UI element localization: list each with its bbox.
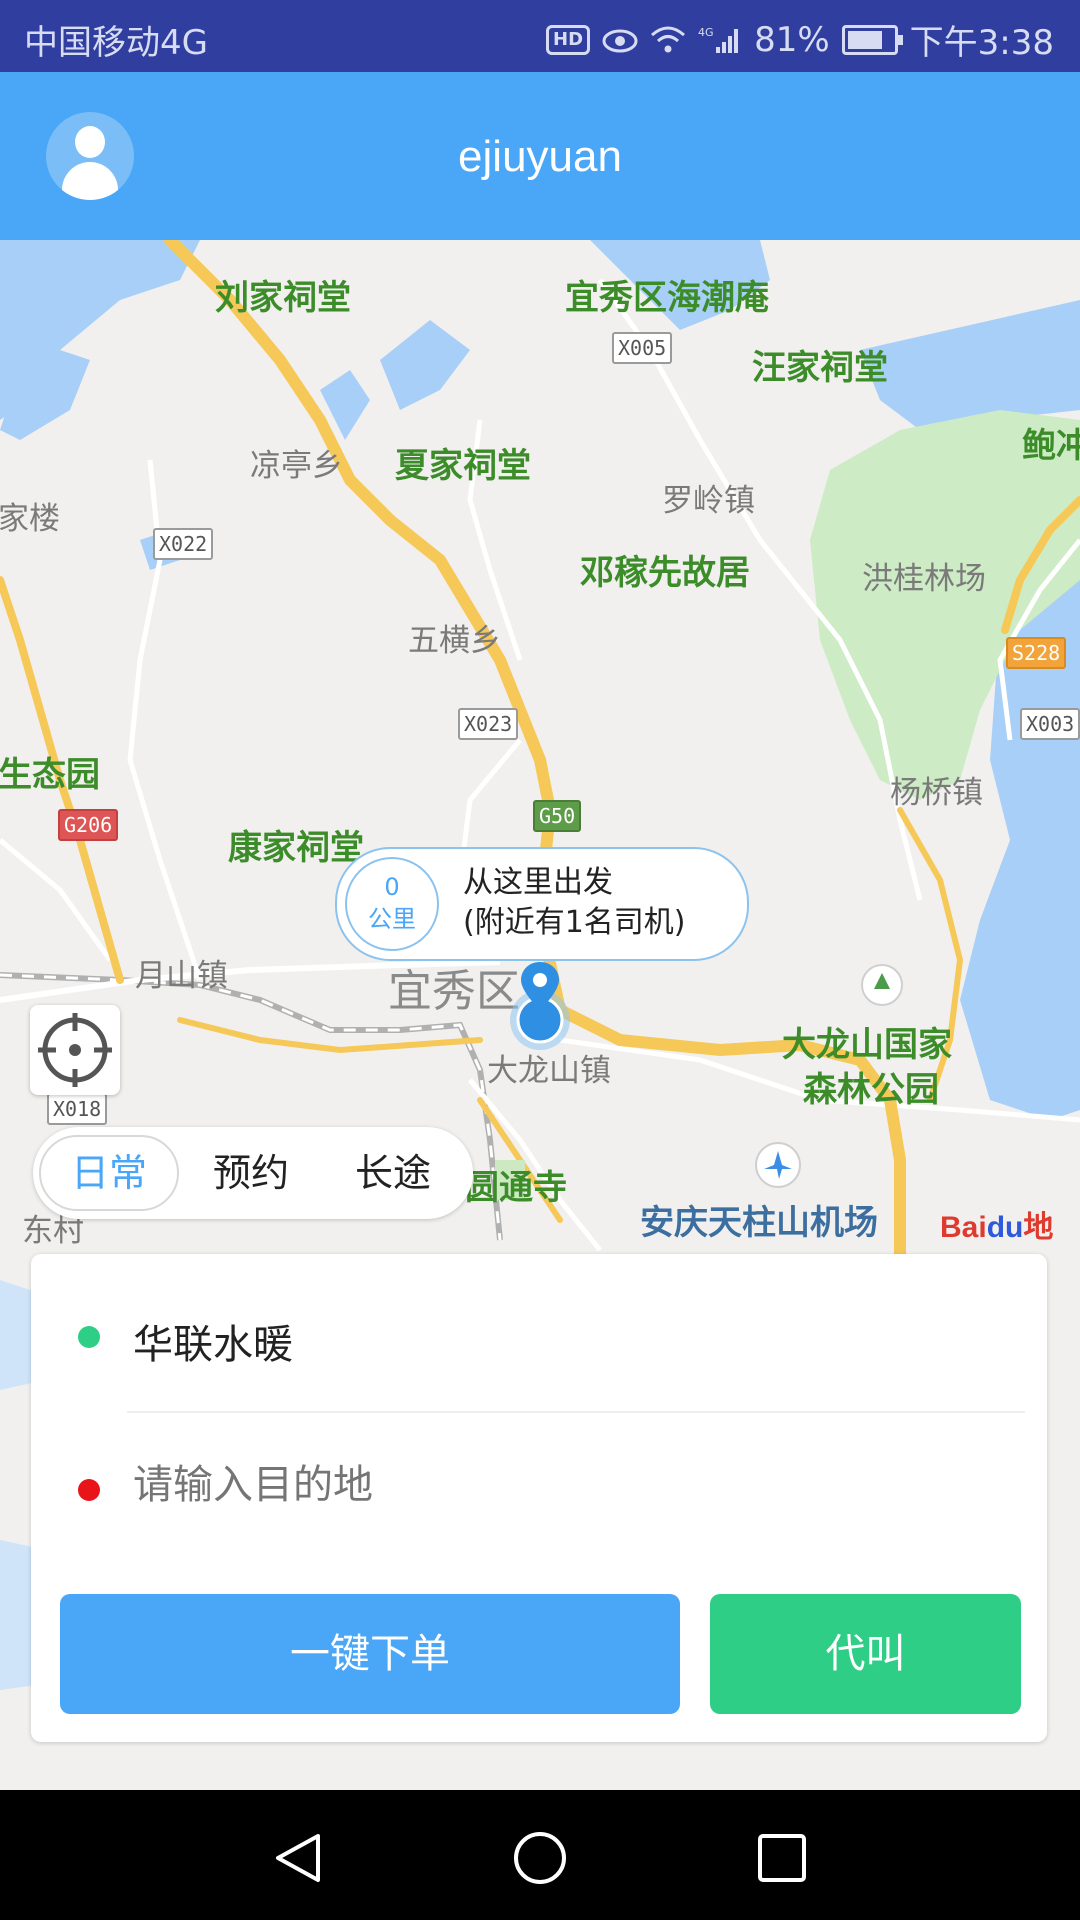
road-badge: X003 <box>1020 708 1080 740</box>
map-place: 罗岭镇 <box>662 483 755 519</box>
distance-value: 0 <box>384 873 400 901</box>
wifi-icon <box>651 26 686 52</box>
map-place: 洪桂林场 <box>862 561 986 597</box>
road-badge: S228 <box>1006 637 1067 669</box>
map-poi[interactable]: 大龙山国家 <box>782 1017 952 1066</box>
destination-row[interactable] <box>31 1412 1047 1562</box>
tab-reservation[interactable]: 预约 <box>181 1135 321 1211</box>
airport-label[interactable]: 安庆天柱山机场 <box>640 1195 878 1244</box>
road-badge: X022 <box>153 528 214 560</box>
pickup-callout-line2: (附近有1名司机) <box>463 905 686 940</box>
origin-text[interactable]: 华联水暖 <box>133 1312 293 1370</box>
call-for-others-button[interactable]: 代叫 <box>710 1594 1021 1714</box>
road-badge: X018 <box>47 1093 108 1125</box>
map-place: 月山镇 <box>135 958 228 994</box>
signal-4g-icon: 4G <box>698 26 739 53</box>
pickup-callout[interactable]: 0 公里 从这里出发 (附近有1名司机) <box>335 847 749 961</box>
map-poi[interactable]: 圆通寺 <box>465 1160 567 1209</box>
map-poi[interactable]: 康家祠堂 <box>228 820 364 869</box>
location-pin-icon <box>510 962 570 1050</box>
pickup-callout-text: 从这里出发 (附近有1名司机) <box>463 863 686 943</box>
road-badge: G206 <box>58 809 119 841</box>
pickup-callout-line1: 从这里出发 <box>463 865 613 900</box>
system-nav-bar <box>0 1790 1080 1920</box>
locate-me-button[interactable] <box>30 1005 120 1095</box>
hd-icon: HD <box>546 24 591 55</box>
ride-mode-tabs: 日常 预约 长途 <box>33 1127 473 1219</box>
road-badge: X023 <box>458 708 519 740</box>
road-badge: X005 <box>612 332 673 364</box>
destination-input[interactable] <box>133 1462 1013 1508</box>
map-poi[interactable]: 生态园 <box>0 747 100 796</box>
map-place: 宜秀区 <box>388 966 520 1017</box>
map-place: 大龙山镇 <box>487 1053 611 1089</box>
one-tap-order-button[interactable]: 一键下单 <box>60 1594 680 1714</box>
destination-dot-icon <box>78 1479 100 1501</box>
road-badge: G50 <box>533 800 582 832</box>
order-card: 华联水暖 一键下单 代叫 <box>31 1254 1047 1742</box>
recents-square-icon[interactable] <box>754 1830 810 1886</box>
status-bar: 中国移动4G HD 4G 81% 下午3:38 <box>0 0 1080 72</box>
map-poi[interactable]: 邓稼先故居 <box>580 545 750 594</box>
crosshair-icon <box>38 1013 112 1087</box>
map-place: 杨桥镇 <box>890 775 983 811</box>
app-bar: ejiuyuan <box>0 72 1080 240</box>
distance-unit: 公里 <box>368 905 416 933</box>
origin-row[interactable]: 华联水暖 <box>31 1254 1047 1404</box>
map-place: 凉亭乡 <box>250 448 343 484</box>
home-circle-icon[interactable] <box>512 1830 568 1886</box>
status-icons: HD 4G 81% 下午3:38 <box>546 15 1054 64</box>
battery-icon <box>841 24 903 55</box>
map-poi[interactable]: 夏家祠堂 <box>395 438 531 487</box>
map-poi[interactable]: 汪家祠堂 <box>752 340 888 389</box>
map-poi[interactable]: 鲍冲 <box>1022 418 1080 467</box>
map-poi[interactable]: 刘家祠堂 <box>215 270 351 319</box>
svg-text:4G: 4G <box>698 26 714 39</box>
map-place: 五横乡 <box>408 623 501 659</box>
eye-icon <box>602 29 638 52</box>
carrier-text: 中国移动4G <box>24 23 208 63</box>
distance-badge: 0 公里 <box>345 857 439 951</box>
map-poi[interactable]: 森林公园 <box>803 1062 939 1111</box>
back-triangle-icon[interactable] <box>270 1830 326 1886</box>
app-title: ejiuyuan <box>458 132 622 181</box>
origin-dot-icon <box>78 1326 100 1348</box>
map-place: 家楼 <box>0 501 60 537</box>
tab-daily[interactable]: 日常 <box>39 1135 179 1211</box>
tab-long-distance[interactable]: 长途 <box>323 1135 463 1211</box>
clock-time: 下午3:38 <box>909 23 1054 63</box>
battery-percent: 81% <box>754 19 830 60</box>
map-poi[interactable]: 宜秀区海潮庵 <box>565 270 769 319</box>
